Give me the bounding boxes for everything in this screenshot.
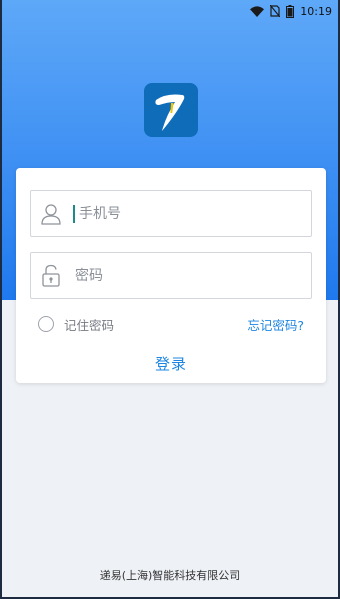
remember-row: 记住密码 忘记密码? (38, 314, 304, 334)
unlock-icon (31, 264, 71, 288)
phone-input[interactable] (75, 193, 311, 234)
remember-label: 记住密码 (64, 317, 115, 333)
login-button[interactable]: 登录 (16, 348, 326, 378)
login-card: 记住密码 忘记密码? 登录 (16, 168, 326, 383)
app-screen: 10:19 手机号 记住密码 忘记密码? 登录 递易(上海)智能科技有限公司 (0, 0, 340, 599)
user-icon (31, 203, 71, 225)
password-field-row (30, 252, 312, 299)
app-logo-icon (144, 83, 198, 137)
battery-icon (286, 4, 295, 18)
remember-password-toggle[interactable]: 记住密码 (38, 315, 114, 334)
phone-field-row (30, 190, 312, 237)
status-bar: 10:19 (0, 0, 340, 22)
wifi-icon (250, 5, 265, 17)
status-time: 10:19 (300, 4, 332, 18)
left-edge (0, 0, 2, 599)
remember-radio[interactable] (38, 316, 54, 332)
forgot-password-link[interactable]: 忘记密码? (247, 315, 304, 334)
password-input[interactable] (71, 255, 311, 296)
company-name: 递易(上海)智能科技有限公司 (99, 569, 241, 582)
no-sim-icon (270, 5, 281, 17)
